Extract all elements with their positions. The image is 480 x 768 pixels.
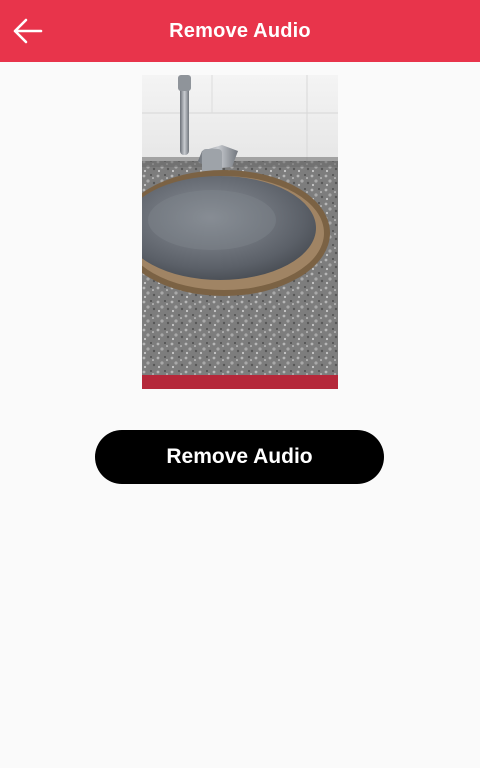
app-bar: Remove Audio	[0, 0, 480, 62]
remove-audio-button[interactable]: Remove Audio	[95, 430, 384, 484]
video-thumbnail	[142, 75, 338, 389]
video-preview[interactable]	[142, 75, 338, 389]
page-title: Remove Audio	[169, 20, 311, 42]
